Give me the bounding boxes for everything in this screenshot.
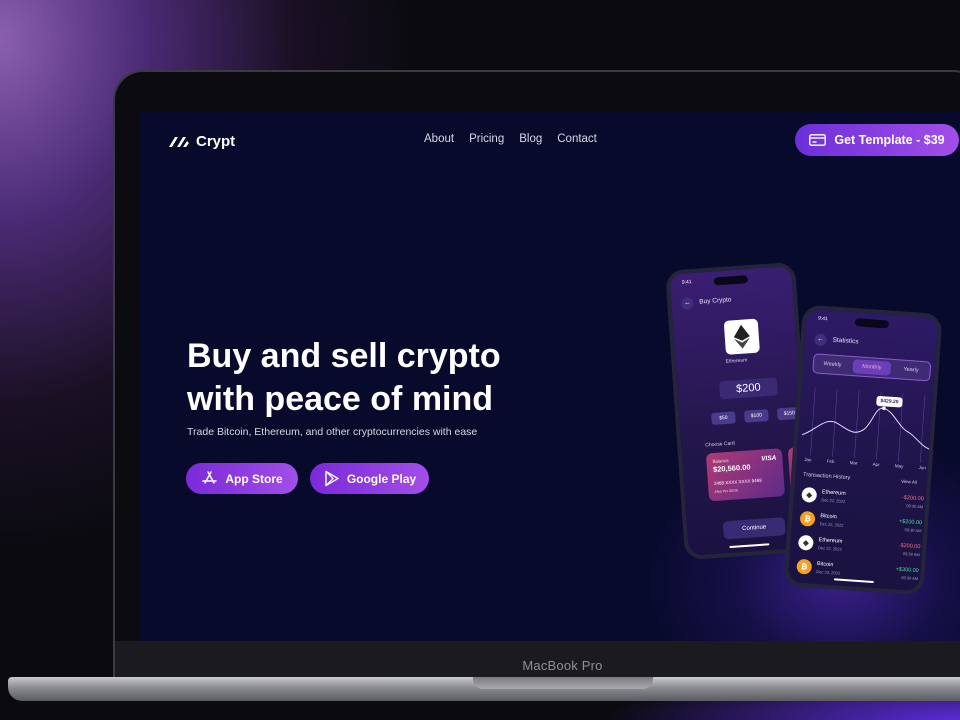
month-label: Mar xyxy=(849,460,858,466)
card-balance: $20,560.00 xyxy=(712,462,751,475)
google-play-icon xyxy=(325,470,339,487)
transaction-coin: Bitcoin xyxy=(816,561,834,569)
segment-monthly[interactable]: Monthly xyxy=(852,359,891,376)
continue-button[interactable]: Continue xyxy=(722,517,786,540)
preset-50[interactable]: $50 xyxy=(711,411,736,425)
brand-logo[interactable]: Crypt xyxy=(168,133,235,150)
get-template-button[interactable]: Get Template - $39 xyxy=(795,124,959,156)
google-play-label: Google Play xyxy=(346,471,417,486)
transaction-date: Dec 22, 2022 xyxy=(817,545,842,552)
nav-about[interactable]: About xyxy=(424,133,454,145)
crypt-logo-icon xyxy=(169,136,189,147)
transaction-time: 09:30 AM xyxy=(902,551,921,558)
hero-subtitle: Trade Bitcoin, Ethereum, and other crypt… xyxy=(187,426,478,438)
nav-blog[interactable]: Blog xyxy=(519,133,542,145)
top-nav: About Pricing Blog Contact xyxy=(424,133,597,145)
hero-title-line2: with peace of mind xyxy=(187,380,494,418)
brand-name: Crypt xyxy=(196,133,236,150)
choose-card-label: Choose Card xyxy=(705,440,735,449)
dynamic-island xyxy=(713,275,749,286)
home-indicator xyxy=(729,543,770,549)
ethereum-icon xyxy=(723,318,760,355)
ethereum-icon: ◆ xyxy=(801,486,818,503)
transaction-date: Dec 22, 2022 xyxy=(821,497,846,504)
nav-pricing[interactable]: Pricing xyxy=(469,133,504,145)
month-label: May xyxy=(894,463,904,469)
transaction-amount: -$200.00 xyxy=(898,542,921,551)
hero-title: Buy and sell crypto with peace of mind xyxy=(187,335,607,421)
coin-name: Ethereum xyxy=(725,357,748,365)
website-screen: Crypt About Pricing Blog Contact Get Tem… xyxy=(140,111,960,641)
phone-title: Buy Crypto xyxy=(699,296,732,306)
transaction-coin: Ethereum xyxy=(818,537,843,545)
dynamic-island xyxy=(854,318,890,329)
phone-title: Statistics xyxy=(832,336,859,346)
transaction-coin: Ethereum xyxy=(821,489,846,497)
card-number: 2468 XXXX XXXX 9469 xyxy=(713,477,762,486)
segment-weekly[interactable]: Weekly xyxy=(814,360,852,369)
card-brand: VISA xyxy=(760,454,777,463)
laptop-notch xyxy=(473,677,653,689)
card-meta: Alba Yes 05/26 xyxy=(714,488,739,494)
get-template-label: Get Template - $39 xyxy=(834,133,945,147)
app-store-button[interactable]: App Store xyxy=(186,463,298,494)
segment-yearly[interactable]: Yearly xyxy=(892,366,930,375)
amount-presets: $50 $100 $150 xyxy=(711,406,802,425)
transaction-coin: Bitcoin xyxy=(820,513,837,521)
status-time: 9:41 xyxy=(817,315,828,323)
credit-card-icon xyxy=(809,134,827,146)
transaction-time: 09:30 AM xyxy=(904,527,922,534)
preset-100[interactable]: $100 xyxy=(743,409,769,423)
google-play-button[interactable]: Google Play xyxy=(310,463,429,494)
nav-contact[interactable]: Contact xyxy=(557,133,597,145)
back-arrow-icon[interactable]: ← xyxy=(814,333,827,347)
transaction-amount: +$200.00 xyxy=(898,518,923,527)
transaction-date: Dec 22, 2022 xyxy=(819,521,844,528)
app-store-label: App Store xyxy=(225,471,283,486)
ethereum-icon: ◆ xyxy=(797,534,814,551)
view-all-link[interactable]: View All xyxy=(901,479,917,485)
period-segmented-control: Weekly Monthly Yearly xyxy=(812,353,932,382)
month-label: Jun xyxy=(918,464,927,471)
month-label: Apr xyxy=(872,461,880,468)
device-label: MacBook Pro xyxy=(522,658,603,673)
month-label: Jan xyxy=(804,456,812,463)
transaction-time: 09:30 AM xyxy=(906,503,924,510)
amount-input[interactable]: $200 xyxy=(718,377,778,400)
status-time: 9:41 xyxy=(681,279,692,286)
transaction-amount: +$300.00 xyxy=(895,566,919,575)
chart-tooltip: $429.20 xyxy=(876,395,903,408)
transaction-amount: -$200.00 xyxy=(901,494,924,503)
transaction-date: Dec 23, 2022 xyxy=(816,569,841,576)
back-arrow-icon[interactable]: ← xyxy=(680,297,694,310)
payment-card[interactable]: Balance $20,560.00 VISA 2468 XXXX XXXX 9… xyxy=(705,448,786,502)
hero-title-line1: Buy and sell crypto xyxy=(187,337,501,375)
bitcoin-icon: ₿ xyxy=(799,510,816,527)
phone-statistics: 9:41 ← Statistics Weekly Monthly Yearly … xyxy=(783,304,943,596)
app-store-icon xyxy=(202,471,218,484)
transaction-history-title: Transaction History xyxy=(802,471,851,482)
month-label: Feb xyxy=(826,458,835,465)
transaction-time: 09:30 AM xyxy=(901,574,919,582)
bitcoin-icon: ₿ xyxy=(796,558,813,575)
